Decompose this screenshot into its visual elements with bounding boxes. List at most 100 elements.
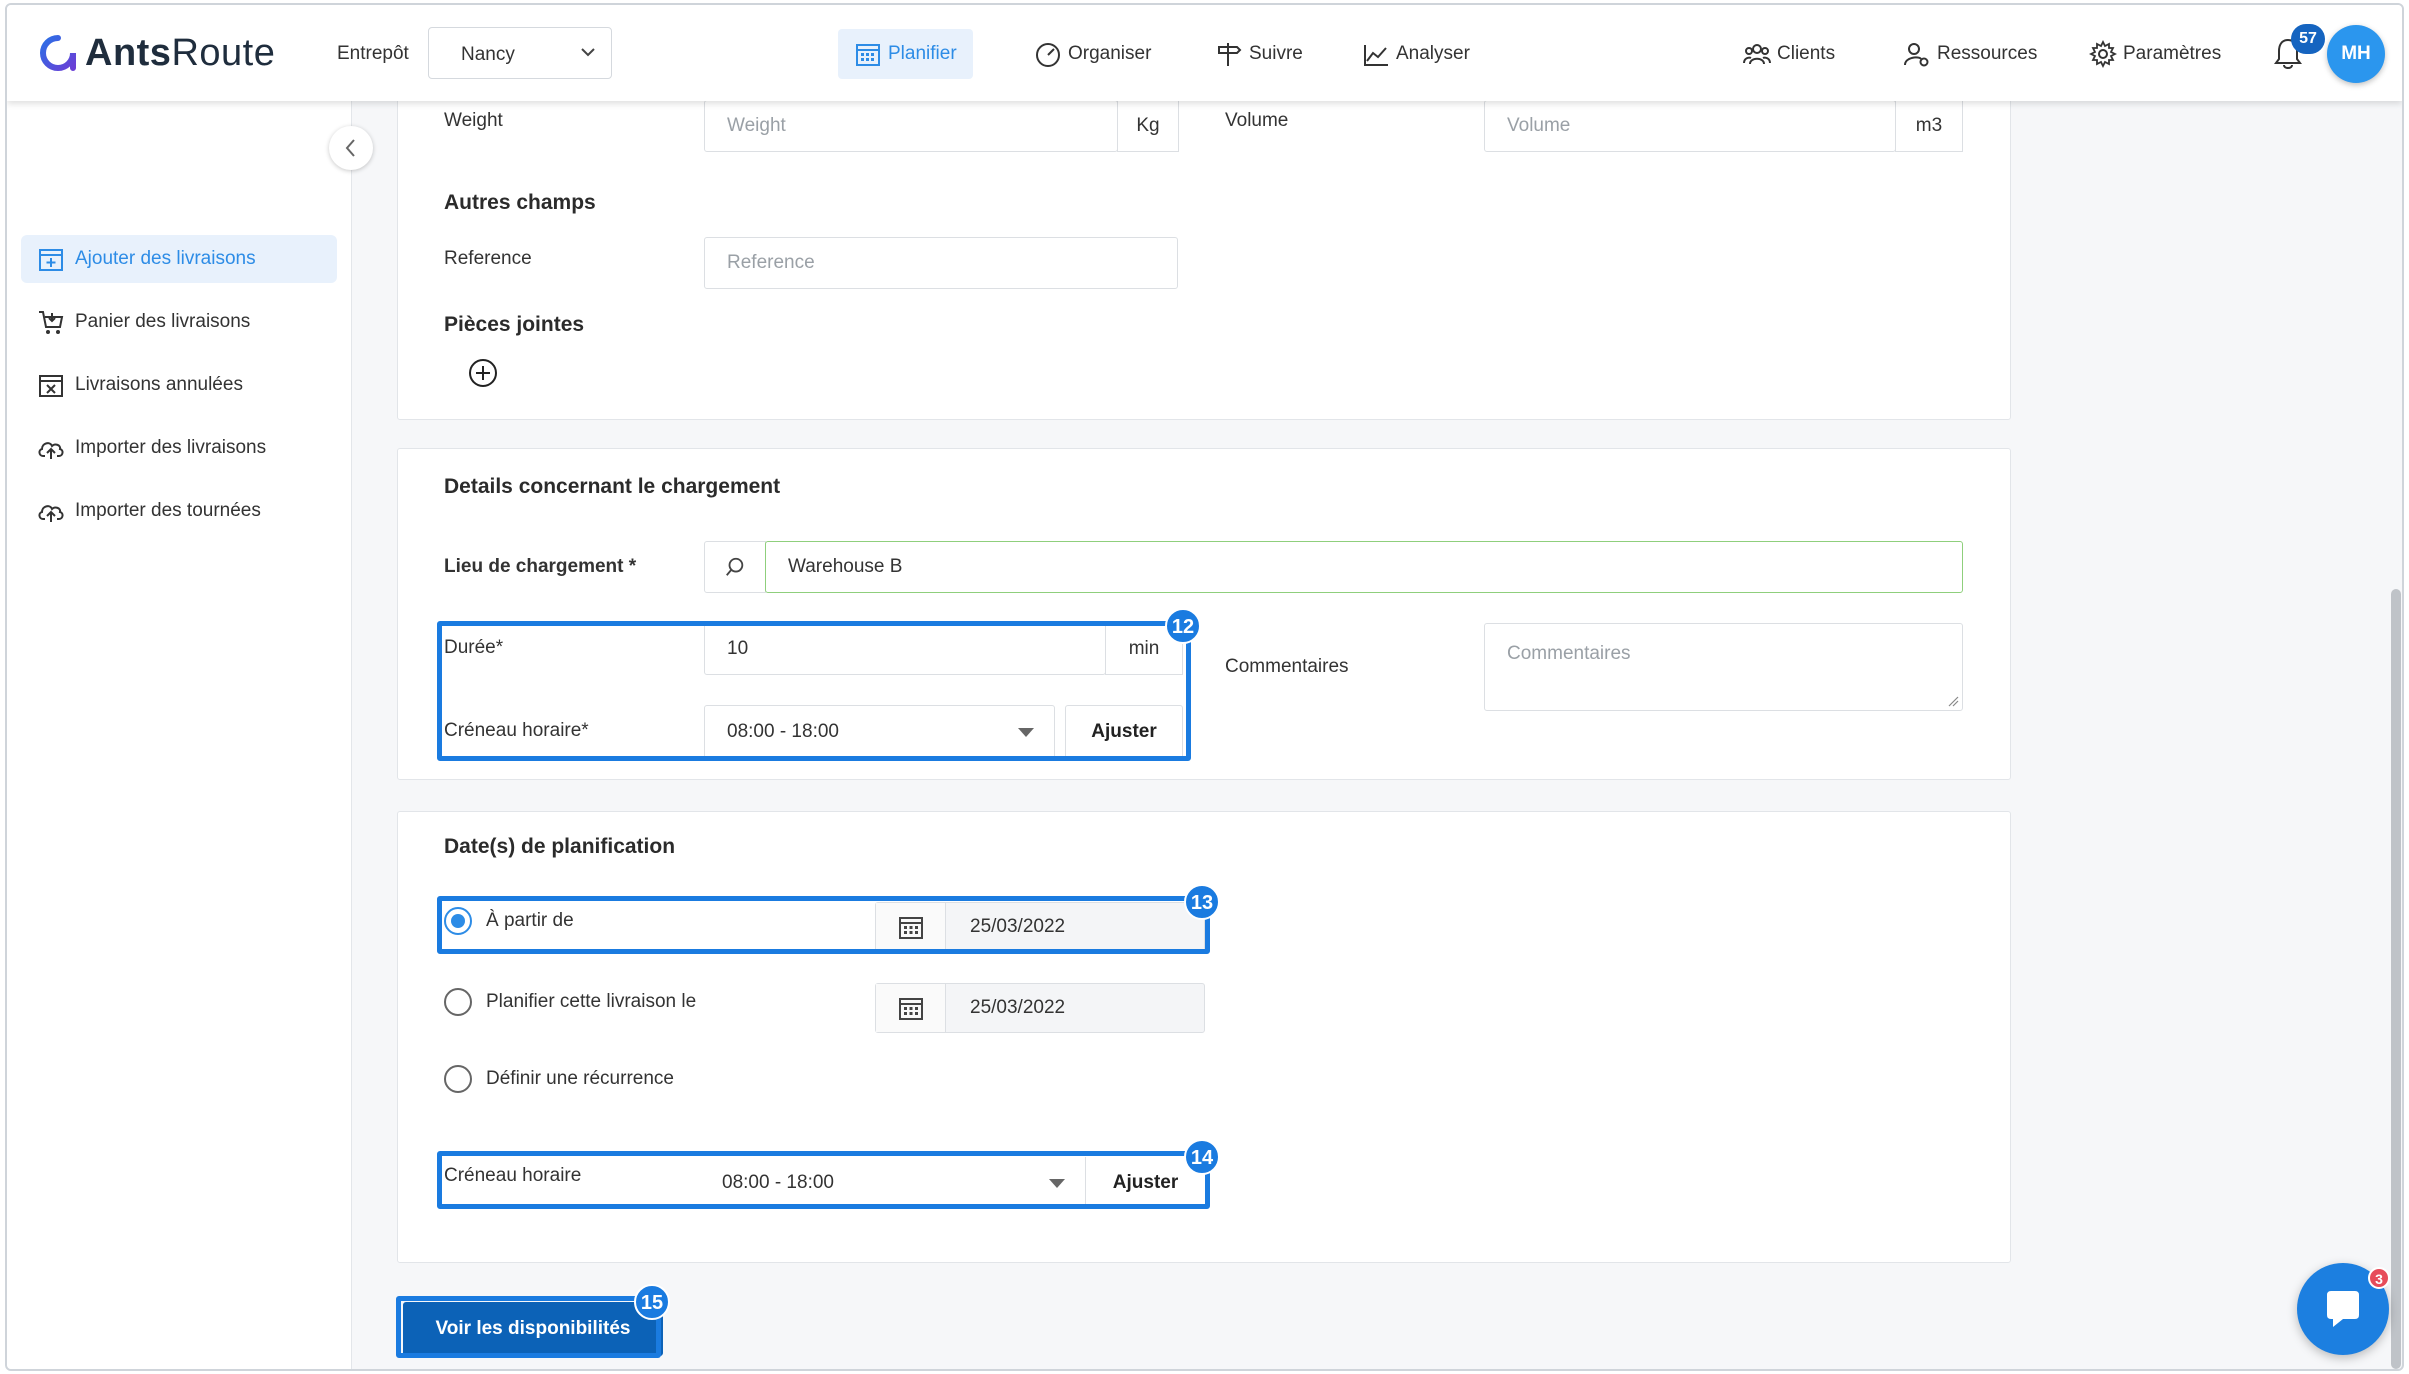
- reference-placeholder: Reference: [727, 252, 815, 273]
- radio-recurrence[interactable]: [444, 1065, 472, 1093]
- nav-planifier[interactable]: Planifier: [838, 29, 973, 79]
- sidebar-item-label: Importer des tournées: [75, 500, 261, 521]
- chart-icon: [1364, 45, 1388, 66]
- calendar-icon: [899, 998, 923, 1020]
- users-icon: [1743, 44, 1771, 65]
- logo-text: AntsRoute: [85, 31, 276, 74]
- creneau-horaire-value: 08:00 - 18:00: [727, 721, 839, 742]
- weight-unit: Kg: [1117, 100, 1179, 152]
- nav-clients-label: Clients: [1777, 43, 1836, 64]
- commentaires-textarea[interactable]: Commentaires: [1484, 623, 1963, 711]
- calendar-icon: [899, 917, 923, 939]
- planification-title: Date(s) de planification: [444, 835, 676, 858]
- sidebar-item-importer-livraisons[interactable]: Importer des livraisons: [21, 424, 337, 472]
- logo[interactable]: AntsRoute: [39, 31, 276, 74]
- step-badge-15: 15: [634, 1284, 670, 1320]
- entrepot-select[interactable]: Nancy: [428, 27, 612, 79]
- nav-planifier-label: Planifier: [888, 43, 957, 64]
- volume-input[interactable]: Volume: [1484, 100, 1896, 152]
- voir-disponibilites-button[interactable]: Voir les disponibilités: [403, 1302, 663, 1356]
- volume-label: Volume: [1225, 110, 1289, 131]
- avatar[interactable]: MH: [2327, 25, 2385, 83]
- chargement-title: Details concernant le chargement: [444, 475, 781, 498]
- calendar-button[interactable]: [876, 903, 946, 951]
- nav-parametres[interactable]: Paramètres: [2073, 29, 2237, 79]
- volume-unit: m3: [1895, 100, 1963, 152]
- radio-planifier-le[interactable]: [444, 988, 472, 1016]
- entrepot-value: Nancy: [461, 44, 515, 65]
- sidebar-item-label: Importer des livraisons: [75, 437, 267, 458]
- a-partir-de-label: À partir de: [486, 910, 574, 931]
- search-icon: [726, 557, 744, 576]
- weight-placeholder: Weight: [727, 115, 786, 136]
- autres-champs-title: Autres champs: [444, 191, 596, 214]
- a-partir-de-date-value: 25/03/2022: [970, 916, 1066, 937]
- entrepot-label: Entrepôt: [337, 43, 409, 64]
- nav-ressources[interactable]: Ressources: [1887, 29, 2053, 79]
- sidebar-item-importer-tournees[interactable]: Importer des tournées: [21, 487, 337, 535]
- gear-icon: [2089, 40, 2117, 68]
- creneau-horaire-planif-label: Créneau horaire: [444, 1165, 582, 1186]
- duree-input[interactable]: 10: [704, 623, 1106, 675]
- reference-input[interactable]: Reference: [704, 237, 1178, 289]
- creneau-horaire-select[interactable]: 08:00 - 18:00: [704, 705, 1055, 759]
- weight-input[interactable]: Weight: [704, 100, 1118, 152]
- calendar-x-icon: [39, 375, 63, 397]
- nav-organiser-label: Organiser: [1068, 43, 1152, 64]
- resize-handle-icon[interactable]: [1947, 695, 1959, 707]
- page-scrollbar[interactable]: [2391, 589, 2401, 1369]
- planifier-le-date-value: 25/03/2022: [970, 997, 1066, 1018]
- calendar-icon: [856, 44, 880, 66]
- nav-analyser[interactable]: Analyser: [1346, 29, 1486, 79]
- nav-organiser[interactable]: Organiser: [1018, 29, 1167, 79]
- lieu-chargement-label: Lieu de chargement *: [444, 556, 637, 577]
- cart-icon: [39, 311, 64, 334]
- add-attachment-icon[interactable]: [467, 357, 499, 389]
- planifier-le-date-input[interactable]: 25/03/2022: [875, 983, 1205, 1033]
- lieu-search-button[interactable]: [704, 541, 766, 593]
- step-badge-13: 13: [1184, 884, 1220, 920]
- pieces-jointes-title: Pièces jointes: [444, 313, 585, 336]
- sidebar-item-label: Ajouter des livraisons: [75, 248, 256, 269]
- sidebar-collapse-button[interactable]: [329, 126, 373, 170]
- app-window: AntsRoute Entrepôt Nancy Planifier Organ…: [5, 3, 2404, 1371]
- nav-parametres-label: Paramètres: [2123, 43, 2222, 64]
- calendar-plus-icon: [39, 249, 63, 271]
- chevron-left-icon: [345, 139, 355, 157]
- duree-value: 10: [727, 638, 749, 659]
- cloud-upload-icon: [38, 442, 64, 459]
- calendar-button[interactable]: [876, 984, 946, 1032]
- sidebar: Ajouter des livraisons Panier des livrai…: [7, 101, 352, 1369]
- sidebar-item-panier-livraisons[interactable]: Panier des livraisons: [21, 298, 337, 346]
- caret-down-icon: [1018, 728, 1034, 737]
- notification-badge: 57: [2291, 24, 2325, 54]
- nav-clients[interactable]: Clients: [1727, 29, 1851, 79]
- user-gear-icon: [1904, 43, 1929, 67]
- nav-analyser-label: Analyser: [1396, 43, 1470, 64]
- ajuster-creneau-button[interactable]: Ajuster: [1065, 705, 1183, 759]
- planifier-le-label: Planifier cette livraison le: [486, 991, 697, 1012]
- reference-label: Reference: [444, 248, 532, 269]
- creneau-horaire-planif-select[interactable]: 08:00 - 18:00: [699, 1157, 1085, 1209]
- sidebar-item-ajouter-livraisons[interactable]: Ajouter des livraisons: [21, 235, 337, 283]
- sidebar-item-label: Panier des livraisons: [75, 311, 251, 332]
- step-badge-14: 14: [1184, 1139, 1220, 1175]
- weight-label: Weight: [444, 110, 503, 131]
- commentaires-label: Commentaires: [1225, 656, 1349, 677]
- cloud-upload-icon: [38, 505, 64, 522]
- sidebar-item-label: Livraisons annulées: [75, 374, 243, 395]
- top-navbar: AntsRoute Entrepôt Nancy Planifier Organ…: [7, 5, 2402, 101]
- nav-suivre[interactable]: Suivre: [1199, 29, 1319, 79]
- nav-ressources-label: Ressources: [1937, 43, 2038, 64]
- sidebar-item-livraisons-annulees[interactable]: Livraisons annulées: [21, 361, 337, 409]
- lieu-chargement-value: Warehouse B: [788, 556, 903, 577]
- a-partir-de-date-input[interactable]: 25/03/2022: [875, 902, 1205, 952]
- step-badge-12: 12: [1165, 608, 1201, 644]
- creneau-horaire-planif-value: 08:00 - 18:00: [722, 1172, 834, 1193]
- lieu-chargement-input[interactable]: Warehouse B: [765, 541, 1963, 593]
- antsroute-logo-icon: [40, 35, 76, 71]
- creneau-horaire-label: Créneau horaire*: [444, 720, 589, 741]
- commentaires-placeholder: Commentaires: [1507, 643, 1631, 664]
- chat-badge: 3: [2368, 1267, 2390, 1289]
- radio-a-partir-de[interactable]: [444, 907, 472, 935]
